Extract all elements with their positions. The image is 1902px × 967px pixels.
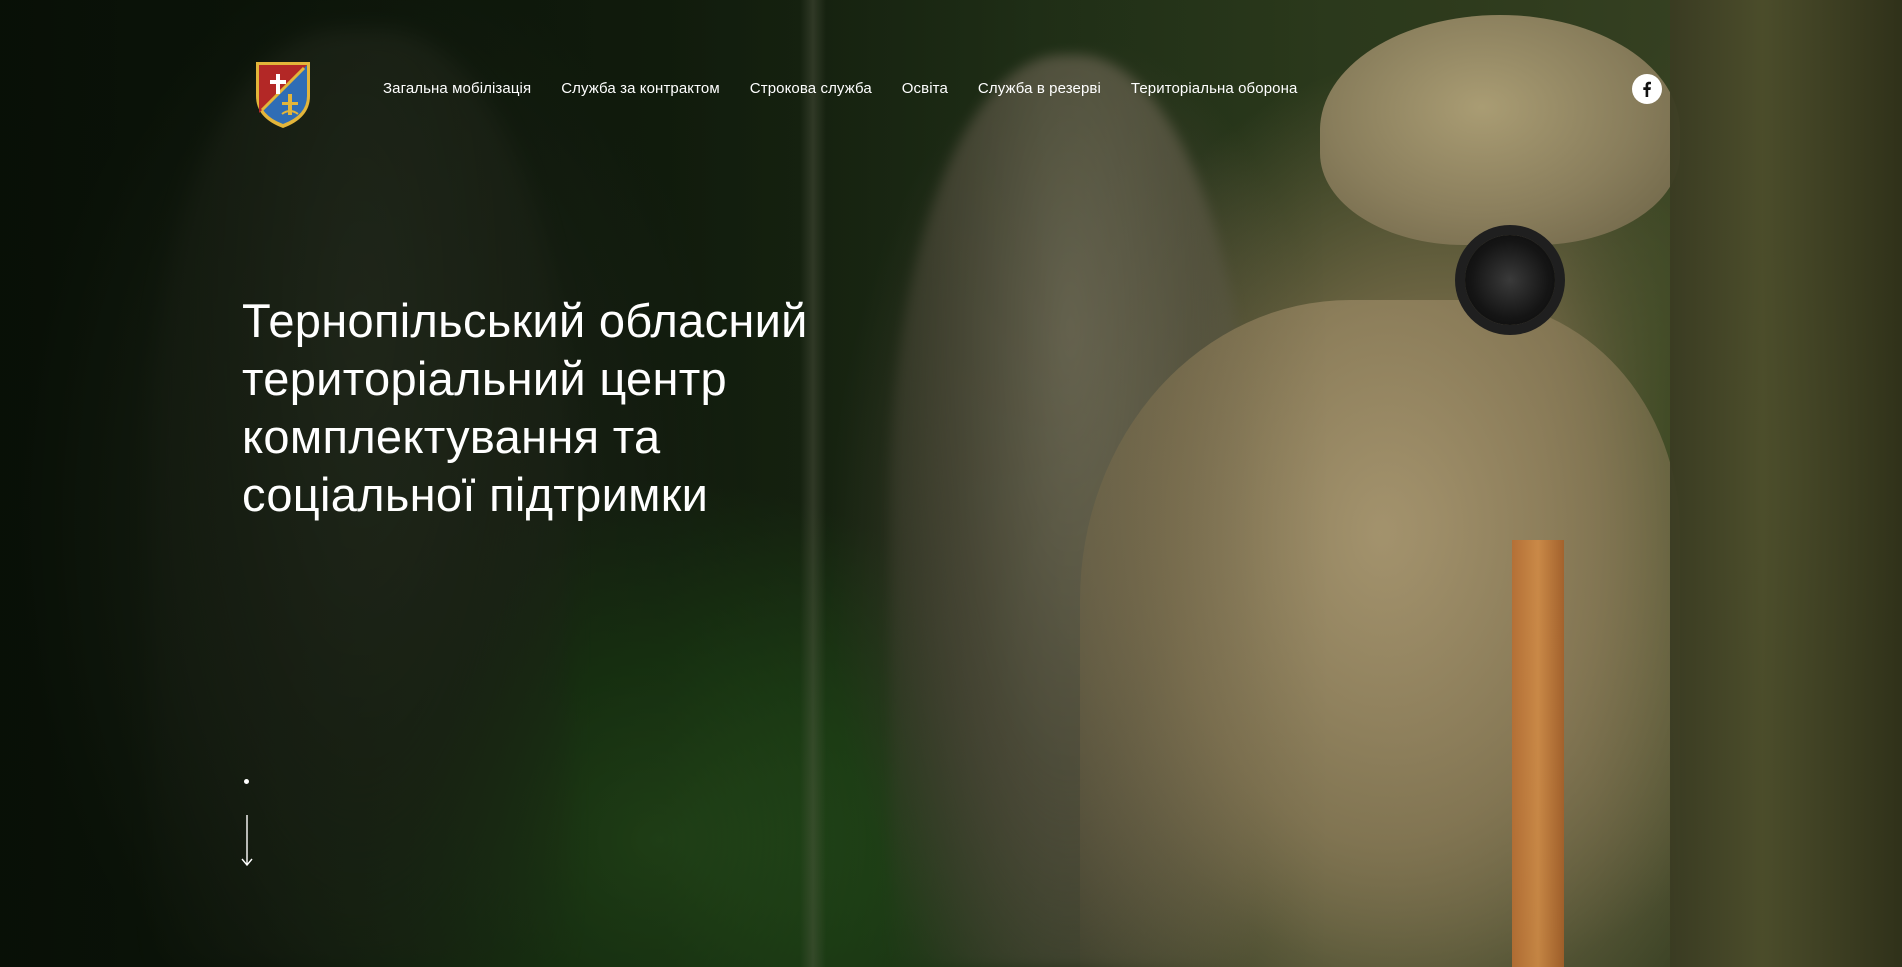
site-logo[interactable] <box>252 58 314 130</box>
nav-reserve-service[interactable]: Служба в резерві <box>978 80 1101 97</box>
page: Загальна мобілізація Служба за контракто… <box>0 0 1902 967</box>
regional-coat-of-arms-icon <box>256 62 310 128</box>
scroll-down-button[interactable] <box>240 775 254 870</box>
scroll-dot <box>244 779 249 784</box>
hero-title: Тернопільський обласний територіальний ц… <box>242 294 808 521</box>
nav-general-mobilization[interactable]: Загальна мобілізація <box>383 80 531 97</box>
nav-territorial-defense[interactable]: Територіальна оборона <box>1131 80 1298 97</box>
main-nav: Загальна мобілізація Служба за контракто… <box>383 80 1297 97</box>
nav-conscript-service[interactable]: Строкова служба <box>750 80 872 97</box>
nav-contract-service[interactable]: Служба за контрактом <box>561 80 720 97</box>
nav-education[interactable]: Освіта <box>902 80 948 97</box>
scroll-down-arrow-icon <box>241 815 253 867</box>
facebook-icon <box>1643 81 1651 97</box>
site-header: Загальна мобілізація Служба за контракто… <box>0 0 1902 180</box>
facebook-button[interactable] <box>1632 74 1662 104</box>
